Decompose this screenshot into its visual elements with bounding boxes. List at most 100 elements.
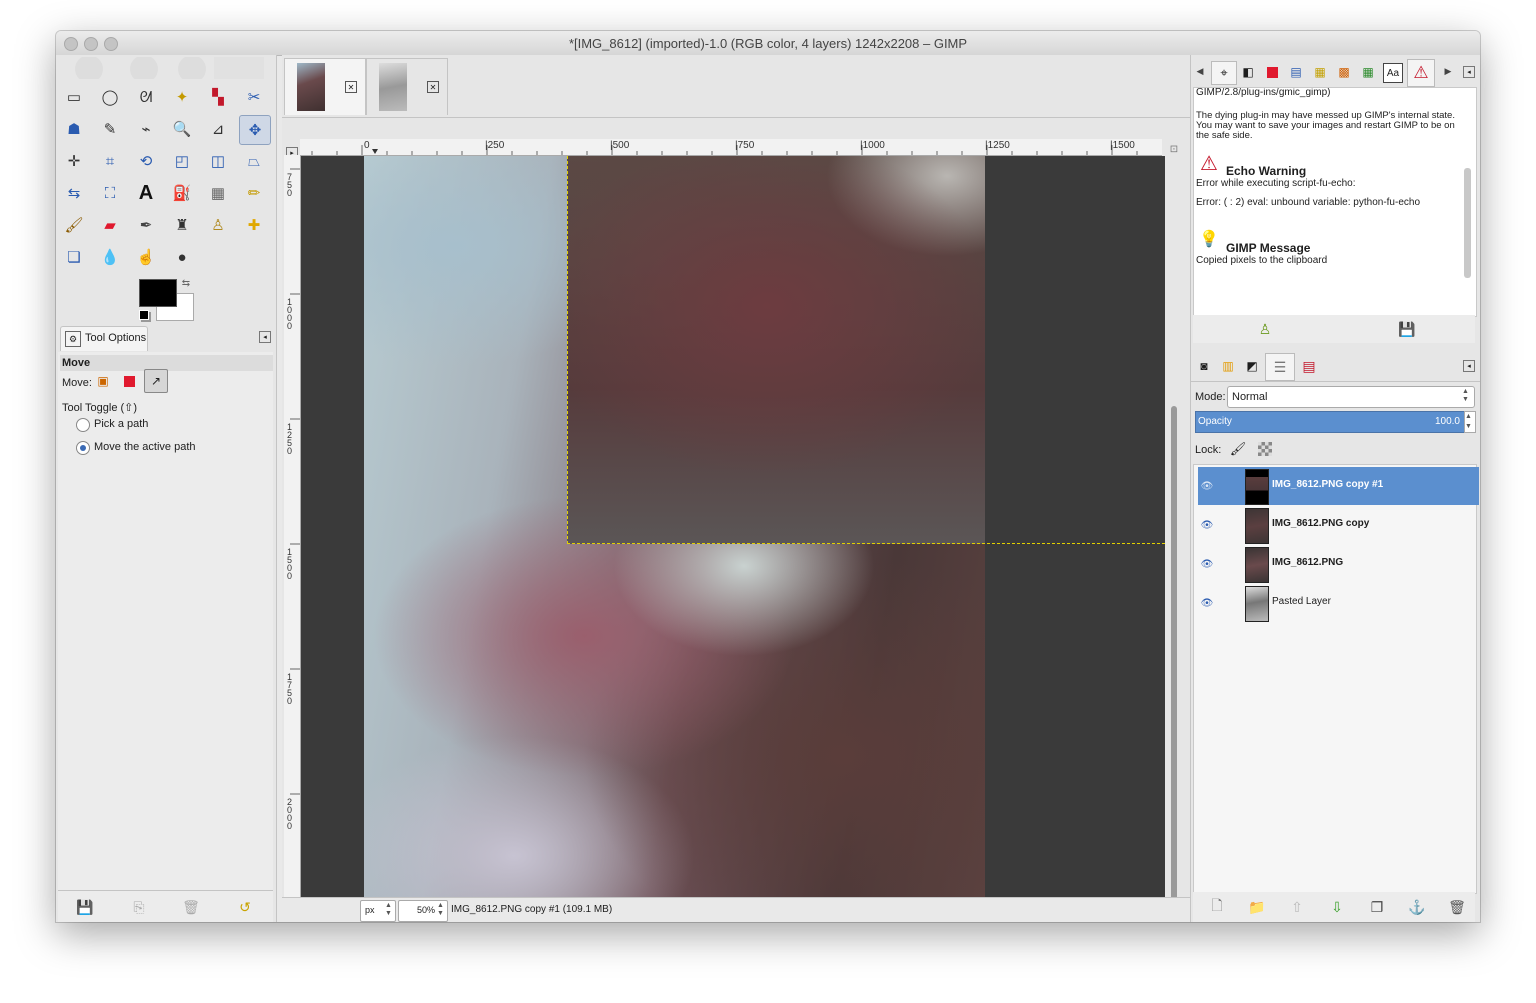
perspective-clone-icon[interactable]: ❏ (62, 245, 86, 269)
opacity-spinner[interactable]: ▲ ▼ (1464, 411, 1476, 433)
console-scroll-thumb[interactable] (1464, 168, 1471, 278)
configure-tab-icon[interactable]: ◂ (1463, 360, 1475, 372)
smudge-icon[interactable]: ☝ (134, 245, 158, 269)
perspective-icon[interactable]: ⏢ (242, 149, 266, 173)
opacity-slider[interactable]: Opacity 100.0 (1195, 411, 1465, 433)
tab-tool-options[interactable]: ⚙ Tool Options (60, 326, 148, 351)
blend-icon[interactable]: ▦ (206, 181, 230, 205)
eye-icon[interactable]: 👁 (1200, 518, 1214, 532)
vertical-scrollbar[interactable] (1167, 156, 1181, 907)
layer-row[interactable]: 👁 IMG_8612.PNG (1198, 545, 1479, 583)
lock-alpha-icon[interactable] (1258, 442, 1272, 456)
tab-images-icon[interactable]: ▤ (1287, 63, 1305, 81)
color-picker-icon[interactable]: ⌁ (134, 117, 158, 141)
clone-icon[interactable]: ♙ (206, 213, 230, 237)
tab-fonts-icon[interactable]: Aa (1383, 63, 1403, 83)
tab-error-console-icon[interactable]: ⚠ (1407, 59, 1435, 87)
move-selection-icon[interactable] (120, 372, 138, 390)
ink-icon[interactable]: ♜ (170, 213, 194, 237)
scroll-left-icon[interactable]: ◀ (1195, 65, 1205, 77)
foreground-select-icon[interactable]: ☗ (62, 117, 86, 141)
tab-tool-options-icon[interactable]: ◙ (1195, 357, 1213, 375)
tab-undo-history-icon[interactable]: ▤ (1297, 355, 1321, 377)
tab-colors-icon[interactable] (1263, 63, 1281, 81)
close-tab-icon[interactable]: ✕ (427, 81, 439, 93)
mode-select[interactable]: Normal ▲ ▼ (1227, 386, 1475, 408)
rotate-icon[interactable]: ⟲ (134, 149, 158, 173)
tab-pointer-icon[interactable]: ⌖ (1211, 61, 1237, 85)
layer-row[interactable]: 👁 IMG_8612.PNG copy (1198, 506, 1479, 544)
reset-options-icon[interactable]: ↺ (236, 898, 254, 916)
scissors-icon[interactable]: ✂ (242, 85, 266, 109)
new-layer-group-icon[interactable]: 📁 (1247, 897, 1267, 917)
blur-icon[interactable]: 💧 (98, 245, 122, 269)
lower-layer-icon[interactable]: ⇩ (1327, 897, 1347, 917)
unit-select[interactable]: px ▲ ▼ (360, 900, 396, 922)
pencil-icon[interactable]: ✏ (242, 181, 266, 205)
tab-gradients-icon[interactable]: ▥ (1219, 357, 1237, 375)
image-canvas[interactable] (301, 156, 1165, 907)
tab-channels-icon[interactable]: ◩ (1243, 357, 1261, 375)
zoom-select[interactable]: 50% ▲ ▼ (398, 900, 448, 922)
anchor-layer-icon[interactable]: ⚓ (1407, 897, 1427, 917)
cage-icon[interactable]: ⛶ (98, 181, 122, 205)
pick-path-radio[interactable] (76, 418, 90, 432)
horizontal-ruler[interactable]: 0 |250 |500 |750 |1000 |1250 |1500 (300, 139, 1162, 156)
scale-icon[interactable]: ◰ (170, 149, 194, 173)
crop-icon[interactable]: ⌗ (98, 149, 122, 173)
tab-patterns-icon[interactable]: ▩ (1335, 63, 1353, 81)
layer-row[interactable]: 👁 IMG_8612.PNG copy #1 (1198, 467, 1479, 505)
delete-options-icon[interactable]: 🗑 (182, 898, 200, 916)
eraser-icon[interactable]: ▰ (98, 213, 122, 237)
eye-icon[interactable]: 👁 (1200, 596, 1214, 610)
move-layer-icon[interactable]: ▣ (94, 372, 112, 390)
vertical-ruler[interactable]: 750 1000 1250 1500 1750 2000 (284, 155, 301, 905)
save-console-icon[interactable]: 💾 (1397, 319, 1417, 339)
align-icon[interactable]: ✛ (62, 149, 86, 173)
new-layer-icon[interactable]: 🗋 (1207, 897, 1227, 917)
image-tab-2[interactable]: ✕ (366, 58, 448, 115)
move-active-path-radio[interactable] (76, 441, 90, 455)
tab-brushes-icon[interactable]: ▦ (1359, 63, 1377, 81)
dodge-burn-icon[interactable]: ● (170, 245, 194, 269)
flip-icon[interactable]: ⇆ (62, 181, 86, 205)
vertical-scroll-thumb[interactable] (1171, 406, 1177, 902)
close-tab-icon[interactable]: ✕ (345, 81, 357, 93)
bucket-fill-icon[interactable]: ⛽ (170, 181, 194, 205)
fuzzy-select-icon[interactable]: ✦ (170, 85, 194, 109)
configure-tab-icon[interactable]: ◂ (259, 331, 271, 343)
color-select-icon[interactable]: ▚ (206, 85, 230, 109)
lasso-icon[interactable]: ᘛ (134, 85, 158, 109)
shear-icon[interactable]: ◫ (206, 149, 230, 173)
rect-select-icon[interactable]: ▭ (62, 85, 86, 109)
paintbrush-icon[interactable]: 🖌 (62, 213, 86, 237)
move-icon[interactable]: ✥ (239, 115, 271, 145)
eye-icon[interactable]: 👁 (1200, 479, 1214, 493)
lock-pixels-icon[interactable]: 🖌 (1229, 440, 1247, 458)
duplicate-layer-icon[interactable]: ❐ (1367, 897, 1387, 917)
airbrush-icon[interactable]: ✒ (134, 213, 158, 237)
paths-icon[interactable]: ✎ (98, 117, 122, 141)
scroll-right-icon[interactable]: ▶ (1443, 65, 1453, 77)
swap-colors-icon[interactable]: ⇆ (180, 277, 192, 289)
configure-tab-icon[interactable]: ◂ (1463, 66, 1475, 78)
text-icon[interactable]: A (134, 181, 158, 205)
tab-layers-icon[interactable]: ☰ (1265, 353, 1295, 381)
raise-layer-icon[interactable]: ⇧ (1287, 897, 1307, 917)
eye-icon[interactable]: 👁 (1200, 557, 1214, 571)
delete-layer-icon[interactable]: 🗑 (1447, 897, 1467, 917)
restore-options-icon[interactable]: ⎘ (130, 898, 148, 916)
move-path-icon[interactable]: ↗ (144, 369, 168, 393)
ellipse-select-icon[interactable]: ◯ (98, 85, 122, 109)
clear-console-icon[interactable]: ♙ (1255, 319, 1275, 339)
layer-row[interactable]: 👁 Pasted Layer (1198, 584, 1479, 622)
tab-histogram-icon[interactable]: ◧ (1239, 63, 1257, 81)
measure-icon[interactable]: ⊿ (206, 117, 230, 141)
image-tab-1[interactable]: ✕ (284, 58, 366, 115)
zoom-fit-icon[interactable]: ⊡ (1168, 143, 1180, 155)
tab-palettes-icon[interactable]: ▦ (1311, 63, 1329, 81)
default-colors-icon[interactable] (139, 310, 149, 320)
save-options-icon[interactable]: 💾 (76, 898, 94, 916)
heal-icon[interactable]: ✚ (242, 213, 266, 237)
zoom-icon[interactable]: 🔍 (170, 117, 194, 141)
